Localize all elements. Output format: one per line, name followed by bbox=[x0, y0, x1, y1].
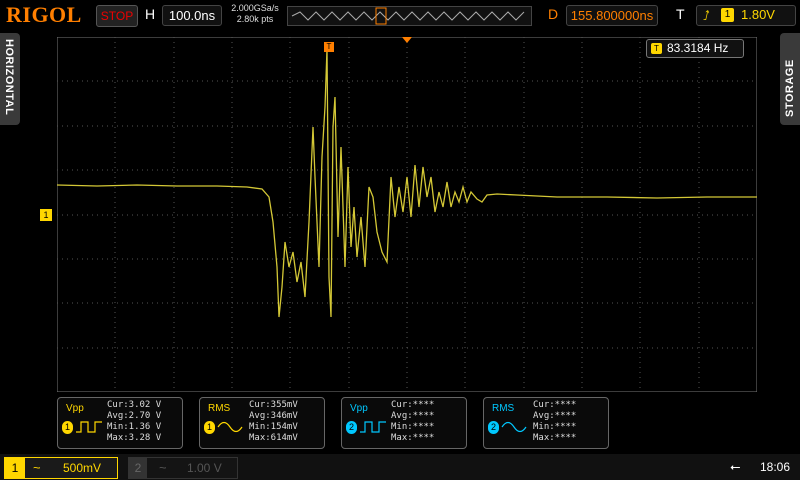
ch1-ground-marker[interactable]: 1 bbox=[40, 209, 52, 221]
usb-icon: ⭠ bbox=[730, 459, 741, 474]
vpp-icon bbox=[360, 421, 386, 433]
delay-label: D bbox=[548, 6, 559, 22]
max-value: Max:**** bbox=[391, 433, 435, 443]
measurement-values: Cur:**** Avg:**** Min:**** Max:**** bbox=[391, 400, 434, 444]
cur-value: Cur:3.02 V bbox=[107, 400, 162, 410]
cur-value: Cur:**** bbox=[391, 400, 435, 410]
ac-coupling-icon: ~ bbox=[159, 460, 167, 475]
avg-value: Avg:**** bbox=[533, 411, 577, 421]
avg-value: Avg:346mV bbox=[249, 411, 298, 421]
measurement-title: RMS bbox=[208, 403, 231, 414]
measurement-title: RMS bbox=[492, 403, 515, 414]
storage-menu-tab[interactable]: STORAGE bbox=[780, 33, 800, 125]
measurement-vpp-ch1[interactable]: Vpp 1 Cur:3.02 V Avg:2.70 V Min:1.36 V M… bbox=[57, 397, 183, 449]
system-clock: 18:06 bbox=[760, 460, 791, 474]
measurement-rms-ch2[interactable]: RMS 2 Cur:**** Avg:**** Min:**** Max:***… bbox=[483, 397, 609, 449]
max-value: Max:3.28 V bbox=[107, 433, 162, 443]
acquisition-info: 2.000GSa/s 2.80k pts bbox=[228, 3, 282, 25]
trigger-marker-badge[interactable]: T bbox=[324, 42, 334, 52]
trigger-channel-badge: 1 bbox=[721, 8, 734, 22]
delay-value[interactable]: 155.800000ns bbox=[566, 5, 658, 26]
horizontal-tab-label: HORIZONTAL bbox=[3, 39, 15, 116]
horizontal-menu-tab[interactable]: HORIZONTAL bbox=[0, 33, 20, 125]
measurement-values: Cur:3.02 V Avg:2.70 V Min:1.36 V Max:3.2… bbox=[107, 400, 161, 444]
rising-edge-icon: ⭜ bbox=[703, 8, 710, 23]
sample-rate: 2.000GSa/s bbox=[231, 3, 279, 13]
avg-value: Avg:**** bbox=[391, 411, 435, 421]
ch2-number: 2 bbox=[129, 458, 147, 478]
min-value: Min:**** bbox=[391, 422, 435, 432]
cur-value: Cur:**** bbox=[533, 400, 577, 410]
ch2-settings-tab[interactable]: 2 ~ 1.00 V bbox=[128, 457, 238, 479]
vpp-icon bbox=[76, 421, 102, 433]
storage-tab-label: STORAGE bbox=[784, 59, 796, 117]
trigger-label: T bbox=[676, 6, 685, 22]
channel-status-bar: 1 ~ 500mV 2 ~ 1.00 V ⭠ 18:06 bbox=[0, 454, 800, 480]
brand-logo: RIGOL bbox=[6, 2, 82, 27]
min-value: Min:**** bbox=[533, 422, 577, 432]
memory-position-bar[interactable] bbox=[287, 6, 532, 26]
memory-depth: 2.80k pts bbox=[236, 14, 274, 24]
measurement-title: Vpp bbox=[66, 403, 84, 414]
ch1-settings-tab[interactable]: 1 ~ 500mV bbox=[4, 457, 118, 479]
channel-badge: 2 bbox=[488, 421, 499, 434]
ch1-number: 1 bbox=[5, 458, 25, 478]
waveform-display[interactable] bbox=[57, 37, 757, 392]
measurement-vpp-ch2[interactable]: Vpp 2 Cur:**** Avg:**** Min:**** Max:***… bbox=[341, 397, 467, 449]
cur-value: Cur:355mV bbox=[249, 400, 298, 410]
run-stop-status[interactable]: STOP bbox=[96, 5, 138, 27]
ac-coupling-icon: ~ bbox=[33, 460, 41, 475]
measurement-values: Cur:**** Avg:**** Min:**** Max:**** bbox=[533, 400, 576, 444]
timebase-value[interactable]: 100.0ns bbox=[162, 5, 222, 26]
measurement-rms-ch1[interactable]: RMS 1 Cur:355mV Avg:346mV Min:154mV Max:… bbox=[199, 397, 325, 449]
channel-badge: 1 bbox=[62, 421, 73, 434]
trigger-source-badge: T bbox=[651, 43, 662, 54]
max-value: Max:614mV bbox=[249, 433, 298, 443]
min-value: Min:154mV bbox=[249, 422, 298, 432]
top-status-bar: RIGOL STOP H 100.0ns 2.000GSa/s 2.80k pt… bbox=[0, 0, 800, 30]
ch2-scale: 1.00 V bbox=[187, 461, 222, 475]
horizontal-label: H bbox=[145, 6, 156, 22]
rms-icon bbox=[501, 421, 527, 433]
channel-badge: 1 bbox=[204, 421, 215, 434]
measurement-title: Vpp bbox=[350, 403, 368, 414]
frequency-counter: T 83.3184 Hz bbox=[646, 39, 744, 58]
memory-waveform-preview bbox=[291, 7, 525, 25]
rms-icon bbox=[217, 421, 243, 433]
ch1-scale: 500mV bbox=[63, 461, 102, 475]
avg-value: Avg:2.70 V bbox=[107, 411, 162, 421]
trigger-settings[interactable]: ⭜ 1 1.80V bbox=[696, 5, 796, 26]
trigger-level: 1.80V bbox=[741, 7, 775, 22]
min-value: Min:1.36 V bbox=[107, 422, 162, 432]
max-value: Max:**** bbox=[533, 433, 577, 443]
frequency-value: 83.3184 Hz bbox=[667, 41, 729, 55]
measurement-values: Cur:355mV Avg:346mV Min:154mV Max:614mV bbox=[249, 400, 298, 444]
channel-badge: 2 bbox=[346, 421, 357, 434]
